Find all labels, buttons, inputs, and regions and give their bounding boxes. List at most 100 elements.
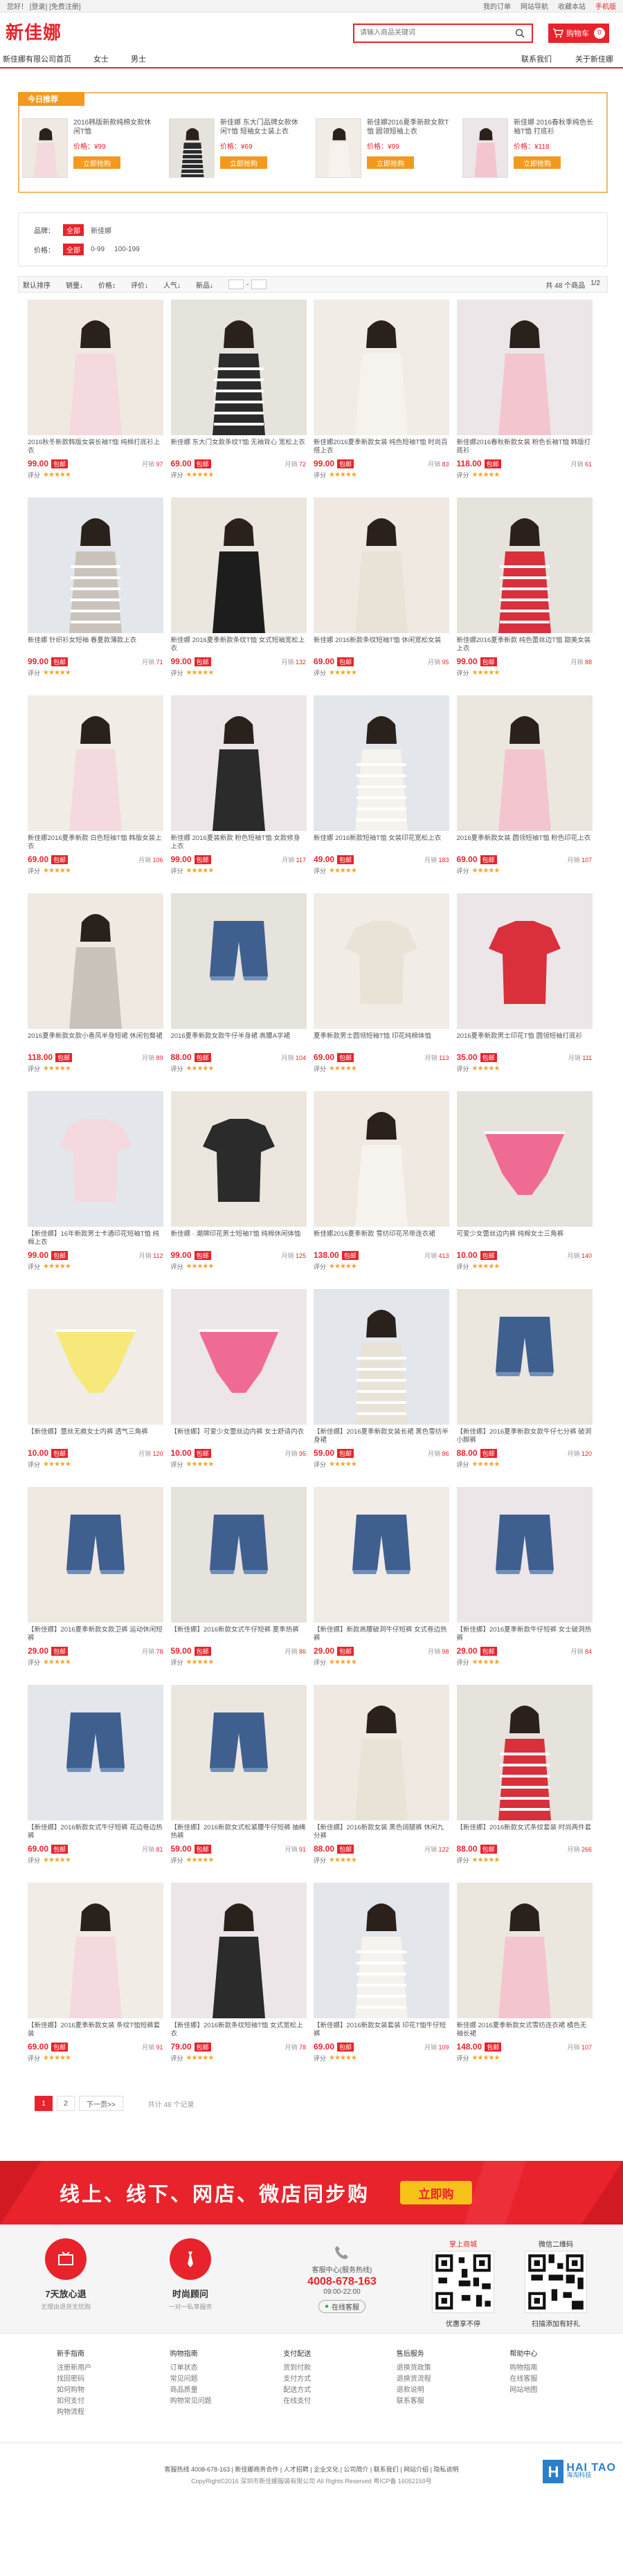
product-title[interactable]: 【新佳娜】2016新款女式牛仔短裤 夏季热裤 (171, 1626, 307, 1644)
product-title[interactable]: 新佳娜 2016夏装新款 粉色短袖T恤 女款修身上衣 (171, 834, 307, 852)
product-card[interactable]: 新佳娜2016夏季新款 纯色蕾丝边T恤 甜美女装上衣 99.00 包邮 月销 8… (456, 497, 600, 695)
footer-link[interactable]: 商品质量 (170, 2385, 284, 2396)
today-item-image[interactable] (169, 118, 215, 178)
nav-about[interactable]: 关于新佳娜 (575, 53, 613, 64)
top-link-sitemap[interactable]: 网站导航 (521, 1, 548, 11)
product-card[interactable]: 新佳娜 2016新款条纹短袖T恤 休闲宽松女装 69.00 包邮 月销 95 评… (314, 497, 457, 695)
filter-price-all[interactable]: 全部 (63, 243, 84, 255)
today-item-name[interactable]: 新佳娜 2016春秋季纯色长袖T恤 打底衫 (514, 118, 598, 136)
today-item-name[interactable]: 新佳娜2016夏季新款女款T恤 圆领短袖上衣 (367, 118, 451, 136)
product-card[interactable]: 新佳娜 东大门女款条纹T恤 无袖背心 宽松上衣 69.00 包邮 月销 72 评… (170, 300, 314, 497)
product-image[interactable] (456, 1289, 593, 1425)
banner-buy-button[interactable]: 立即购 (400, 2181, 473, 2204)
filter-brand-all[interactable]: 全部 (63, 223, 84, 236)
filter-brand-option[interactable]: 新佳娜 (91, 225, 111, 235)
login-links[interactable]: 您好！ [登录] [免费注册] (7, 1, 81, 11)
product-image[interactable] (314, 1289, 449, 1425)
product-title[interactable]: 夏季新款男士圆领短袖T恤 印花纯棉体恤 (314, 1032, 449, 1050)
footer-link[interactable]: 退款说明 (397, 2385, 510, 2396)
product-title[interactable]: 新佳娜2016夏季新款 纯色蕾丝边T恤 甜美女装上衣 (457, 637, 593, 655)
product-card[interactable]: 【新佳娜】2016新款条纹短袖T恤 女式宽松上衣 79.00 包邮 月销 78 … (170, 1883, 314, 2081)
nav-women[interactable]: 女士 (93, 53, 109, 64)
search-button[interactable] (508, 25, 532, 42)
online-service-button[interactable]: ● 在线客服 (318, 2300, 366, 2313)
footer-link[interactable]: 退换货流程 (397, 2374, 510, 2385)
product-card[interactable]: 新佳娜2016夏季新款 雪纺印花吊带连衣裙 138.00 包邮 月销 413 评… (314, 1091, 457, 1289)
product-image[interactable] (314, 300, 449, 435)
product-image[interactable] (170, 1685, 307, 1820)
product-card[interactable]: 【新佳娜】2016夏季新款女装 条纹T恤短裤套装 69.00 包邮 月销 91 … (28, 1883, 171, 2081)
product-image[interactable] (170, 1091, 307, 1227)
product-title[interactable]: 2016夏季新款女装 圆领短袖T恤 粉色印花上衣 (457, 834, 593, 852)
product-card[interactable]: 夏季新款男士圆领短袖T恤 印花纯棉体恤 69.00 包邮 月销 113 评分 ★… (314, 893, 457, 1091)
top-link-mobile[interactable]: 手机版 (595, 1, 616, 11)
product-title[interactable]: 可爱少女蕾丝边内裤 纯棉女士三角裤 (457, 1230, 593, 1248)
product-image[interactable] (170, 300, 307, 435)
nav-home[interactable]: 新佳娜有限公司首页 (3, 53, 71, 64)
sort-sales[interactable]: 销量↓ (66, 280, 83, 290)
product-image[interactable] (170, 497, 307, 633)
product-card[interactable]: 2016夏季新款女款小香风半身短裙 休闲包臀裙 118.00 包邮 月销 89 … (28, 893, 171, 1091)
product-card[interactable]: 新佳娜 2016夏季新款条纹T恤 女式短袖宽松上衣 99.00 包邮 月销 13… (170, 497, 314, 695)
product-title[interactable]: 新佳娜 2016新款短袖T恤 女装印花宽松上衣 (314, 834, 449, 852)
product-card[interactable]: 新佳娜 2016新款短袖T恤 女装印花宽松上衣 49.00 包邮 月销 183 … (314, 695, 457, 893)
today-item[interactable]: 2016韩版新款纯棉女款休闲T恤 价格：¥99 立即抢购 (19, 118, 166, 178)
top-link-orders[interactable]: 我的订单 (483, 1, 511, 11)
product-title[interactable]: 【新佳娜】2016新款女式松紧腰牛仔短裤 抽绳热裤 (171, 1824, 307, 1842)
product-image[interactable] (28, 1487, 163, 1623)
sort-new[interactable]: 新品↓ (196, 280, 213, 290)
product-card[interactable]: 新佳娜 · 潮牌印花男士短袖T恤 纯棉休闲体恤 99.00 包邮 月销 125 … (170, 1091, 314, 1289)
product-title[interactable]: 新佳娜 东大门女款条纹T恤 无袖背心 宽松上衣 (171, 439, 307, 457)
footer-link[interactable]: 配送方式 (283, 2385, 397, 2396)
product-image[interactable] (28, 1685, 163, 1820)
product-image[interactable] (28, 300, 163, 435)
product-image[interactable] (456, 1685, 593, 1820)
footer-link[interactable]: 退换货政策 (397, 2363, 510, 2374)
today-item[interactable]: 新佳娜 2016春秋季纯色长袖T恤 打底衫 价格：¥118 立即抢购 (460, 118, 606, 178)
product-image[interactable] (170, 893, 307, 1029)
sort-price[interactable]: 价格↕ (98, 280, 116, 290)
product-title[interactable]: 【新佳娜】2016新款条纹短袖T恤 女式宽松上衣 (171, 2022, 307, 2040)
site-logo[interactable]: 新佳娜 (6, 19, 310, 44)
today-buy-button[interactable]: 立即抢购 (73, 156, 120, 169)
next-page-button[interactable]: 下一页>> (79, 2096, 123, 2111)
product-card[interactable]: 【新佳娜】2016夏季新款女款卫裤 运动休闲短裤 29.00 包邮 月销 78 … (28, 1487, 171, 1685)
footer-link[interactable]: 购物指南 (509, 2363, 623, 2374)
filter-price-option[interactable]: 0-99 (91, 246, 105, 253)
today-item-image[interactable] (462, 118, 508, 178)
product-image[interactable] (314, 1091, 449, 1227)
product-card[interactable]: 新佳娜 2016夏装新款 粉色短袖T恤 女款修身上衣 99.00 包邮 月销 1… (170, 695, 314, 893)
today-item-image[interactable] (316, 118, 361, 178)
product-image[interactable] (314, 893, 449, 1029)
product-title[interactable]: 新佳娜2016夏季新款 雪纺印花吊带连衣裙 (314, 1230, 449, 1248)
product-title[interactable]: 【新佳娜】16年新款男士卡通印花短袖T恤 纯棉上衣 (28, 1230, 163, 1248)
price-min-input[interactable] (228, 280, 244, 289)
product-image[interactable] (456, 497, 593, 633)
product-title[interactable]: 2016夏季新款女款小香风半身短裙 休闲包臀裙 (28, 1032, 163, 1050)
search-input[interactable] (354, 24, 508, 42)
product-title[interactable]: 新佳娜 · 潮牌印花男士短袖T恤 纯棉休闲体恤 (171, 1230, 307, 1248)
product-title[interactable]: 2016夏季新款女款牛仔半身裙 高腰A字裙 (171, 1032, 307, 1050)
footer-link[interactable]: 常见问题 (170, 2374, 284, 2385)
product-card[interactable]: 2016秋冬新款韩版女装长袖T恤 纯棉打底衫上衣 99.00 包邮 月销 97 … (28, 300, 171, 497)
product-title[interactable]: 新佳娜 2016新款条纹短袖T恤 休闲宽松女装 (314, 637, 449, 655)
today-buy-button[interactable]: 立即抢购 (514, 156, 561, 169)
product-card[interactable]: 新佳娜 针织衫女短袖 春夏款薄款上衣 99.00 包邮 月销 71 评分 ★★★… (28, 497, 171, 695)
product-card[interactable]: 【新佳娜】2016夏季新款女装长裙 黑色雪纺半身裙 59.00 包邮 月销 86… (314, 1289, 457, 1487)
product-image[interactable] (170, 695, 307, 831)
top-link-favorite[interactable]: 收藏本站 (558, 1, 586, 11)
product-title[interactable]: 【新佳娜】蕾丝无痕女士内裤 透气三角裤 (28, 1428, 163, 1446)
product-card[interactable]: 新佳娜2016夏季新款 白色短袖T恤 韩版女装上衣 69.00 包邮 月销 10… (28, 695, 171, 893)
product-image[interactable] (456, 695, 593, 831)
product-image[interactable] (456, 300, 593, 435)
product-title[interactable]: 【新佳娜】2016新款女式牛仔短裤 花边卷边热裤 (28, 1824, 163, 1842)
footer-link[interactable]: 购物流程 (57, 2407, 170, 2418)
product-image[interactable] (456, 1883, 593, 2018)
product-title[interactable]: 新佳娜 针织衫女短袖 春夏款薄款上衣 (28, 637, 163, 655)
price-max-input[interactable] (251, 280, 267, 289)
product-card[interactable]: 可爱少女蕾丝边内裤 纯棉女士三角裤 10.00 包邮 月销 140 评分 ★★★… (456, 1091, 600, 1289)
footer-link[interactable]: 支付方式 (283, 2374, 397, 2385)
footer-link[interactable]: 联系客服 (397, 2396, 510, 2407)
sort-popularity[interactable]: 人气↓ (163, 280, 181, 290)
product-image[interactable] (28, 893, 163, 1029)
